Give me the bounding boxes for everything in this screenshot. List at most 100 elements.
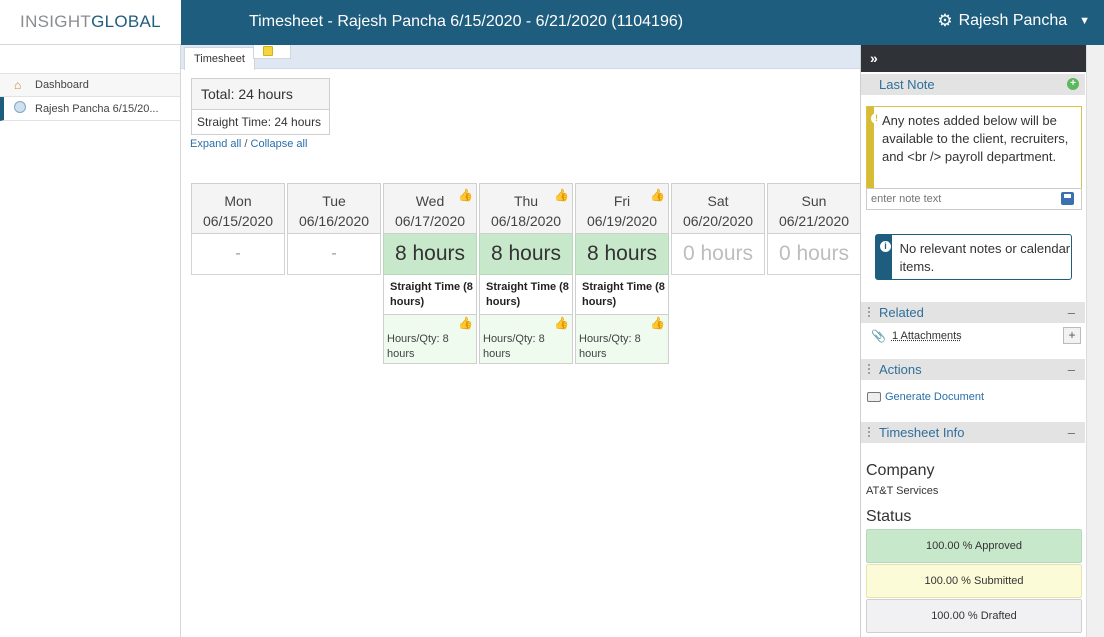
day-column-fri: 👍 Fri 06/19/2020 8 hours Straight Time (… [575,183,669,364]
day-hours[interactable]: 0 hours [671,234,765,275]
thumbs-up-icon[interactable]: 👍 [650,185,665,205]
sticky-note-icon [263,46,273,56]
related-header[interactable]: Related – [861,301,1085,323]
hours-summary: Total: 24 hours Straight Time: 24 hours [191,78,330,135]
thumbs-up-icon[interactable]: 👍 [554,185,569,205]
insight-global-logo[interactable]: INSIGHT GLOBAL [0,0,181,45]
thumbs-up-icon[interactable]: 👍 [458,185,473,205]
day-column-thu: 👍 Thu 06/18/2020 8 hours Straight Time (… [479,183,573,364]
separator: / [241,138,251,150]
status-approved: 100.00 % Approved [866,529,1082,563]
last-note-header: Last Note + [861,73,1085,95]
warning-text: Any notes added below will be available … [881,113,1069,164]
thumbs-up-icon[interactable]: 👍 [458,316,473,331]
hours-qty-entry[interactable]: 👍 Hours/Qty: 8 hours [479,315,573,364]
day-column-mon: Mon 06/15/2020 - [191,183,285,275]
day-date: 06/18/2020 [490,213,562,229]
generate-document-label: Generate Document [885,391,985,403]
timesheet-info-title: Timesheet Info [879,425,965,440]
drag-handle-icon[interactable] [867,426,872,439]
add-note-icon[interactable]: + [1067,78,1079,90]
day-header: Mon 06/15/2020 [191,183,285,234]
user-name: Rajesh Pancha [958,12,1068,29]
hours-qty-text: Hours/Qty: 8 hours [387,333,449,360]
day-header: Sun 06/21/2020 [767,183,861,234]
expand-collapse-links: Expand all / Collapse all [190,138,307,150]
day-name: Sun [801,193,827,209]
related-title: Related [879,305,924,320]
drag-handle-icon[interactable] [867,363,872,376]
day-hours[interactable]: - [191,234,285,275]
vertical-scrollbar[interactable] [1086,45,1104,637]
hours-qty-entry[interactable]: 👍 Hours/Qty: 8 hours [575,315,669,364]
day-header: 👍 Thu 06/18/2020 [479,183,573,234]
chevron-down-icon: ▼ [1079,15,1090,27]
straight-time-entry[interactable]: Straight Time (8 hours) [479,275,573,315]
status-drafted: 100.00 % Drafted [866,599,1082,633]
thumbs-up-icon[interactable]: 👍 [554,316,569,331]
day-column-wed: 👍 Wed 06/17/2020 8 hours Straight Time (… [383,183,477,364]
straight-time-entry[interactable]: Straight Time (8 hours) [383,275,477,315]
add-attachment-button[interactable]: + [1063,327,1081,344]
header-bar: Timesheet - Rajesh Pancha 6/15/2020 - 6/… [181,0,1104,45]
gear-icon: ⚙ [937,11,953,30]
hours-qty-text: Hours/Qty: 8 hours [579,333,641,360]
printer-icon [867,392,881,402]
hours-qty-entry[interactable]: 👍 Hours/Qty: 8 hours [383,315,477,364]
collapse-panel-button[interactable]: » [861,45,1086,72]
tab-strip: Timesheet [181,45,860,70]
warning-icon: ! [871,113,882,124]
day-date: 06/17/2020 [394,213,466,229]
day-name: Tue [322,193,346,209]
day-date: 06/20/2020 [682,213,754,229]
info-icon: i [880,241,891,252]
tab-notes[interactable] [253,45,291,59]
day-hours[interactable]: 0 hours [767,234,861,275]
actions-title: Actions [879,362,922,377]
clock-icon [14,101,30,116]
collapse-icon[interactable]: – [1068,302,1075,324]
drag-handle-icon[interactable] [867,306,872,319]
status-submitted: 100.00 % Submitted [866,564,1082,598]
no-notes-text: No relevant notes or calendar items. [899,241,1071,274]
home-icon: ⌂ [14,78,22,92]
expand-all-link[interactable]: Expand all [190,138,241,150]
day-hours[interactable]: 8 hours [383,234,477,275]
save-icon[interactable] [1061,192,1074,205]
paperclip-icon: 📎 [871,329,886,343]
day-date: 06/15/2020 [202,213,274,229]
last-note-title: Last Note [879,77,935,92]
tab-timesheet[interactable]: Timesheet [184,47,255,70]
hours-qty-text: Hours/Qty: 8 hours [483,333,545,360]
logo-part-global: GLOBAL [91,12,161,31]
notes-visibility-warning: ! Any notes added below will be availabl… [866,106,1082,189]
attachments-link[interactable]: 1 Attachments [892,330,962,342]
company-value: AT&T Services [866,485,939,497]
collapse-icon[interactable]: – [1068,359,1075,381]
day-hours[interactable]: - [287,234,381,275]
sidebar-item-dashboard[interactable]: ⌂ Dashboard [0,73,180,97]
collapse-icon[interactable]: – [1068,422,1075,444]
collapse-all-link[interactable]: Collapse all [251,138,308,150]
company-label: Company [866,462,935,479]
day-header: 👍 Fri 06/19/2020 [575,183,669,234]
day-column-tue: Tue 06/16/2020 - [287,183,381,275]
logo-part-insight: INSIGHT [20,12,92,31]
day-column-sun: Sun 06/21/2020 0 hours [767,183,861,275]
main-content: Timesheet Total: 24 hours Straight Time:… [181,45,861,637]
no-notes-info: i No relevant notes or calendar items. [875,234,1072,280]
actions-header[interactable]: Actions – [861,358,1085,380]
day-header: 👍 Wed 06/17/2020 [383,183,477,234]
generate-document-link[interactable]: Generate Document [867,391,984,403]
day-column-sat: Sat 06/20/2020 0 hours [671,183,765,275]
timesheet-info-header[interactable]: Timesheet Info – [861,421,1085,443]
day-hours[interactable]: 8 hours [575,234,669,275]
straight-time-entry[interactable]: Straight Time (8 hours) [575,275,669,315]
sidebar-item-label: Dashboard [35,79,89,91]
day-hours[interactable]: 8 hours [479,234,573,275]
thumbs-up-icon[interactable]: 👍 [650,316,665,331]
user-menu[interactable]: ⚙ Rajesh Pancha ▼ [937,11,1090,31]
attachments-row: 📎 1 Attachments [871,329,962,343]
sidebar-item-timesheet[interactable]: Rajesh Pancha 6/15/20... [0,97,180,121]
note-input[interactable] [866,188,1082,210]
